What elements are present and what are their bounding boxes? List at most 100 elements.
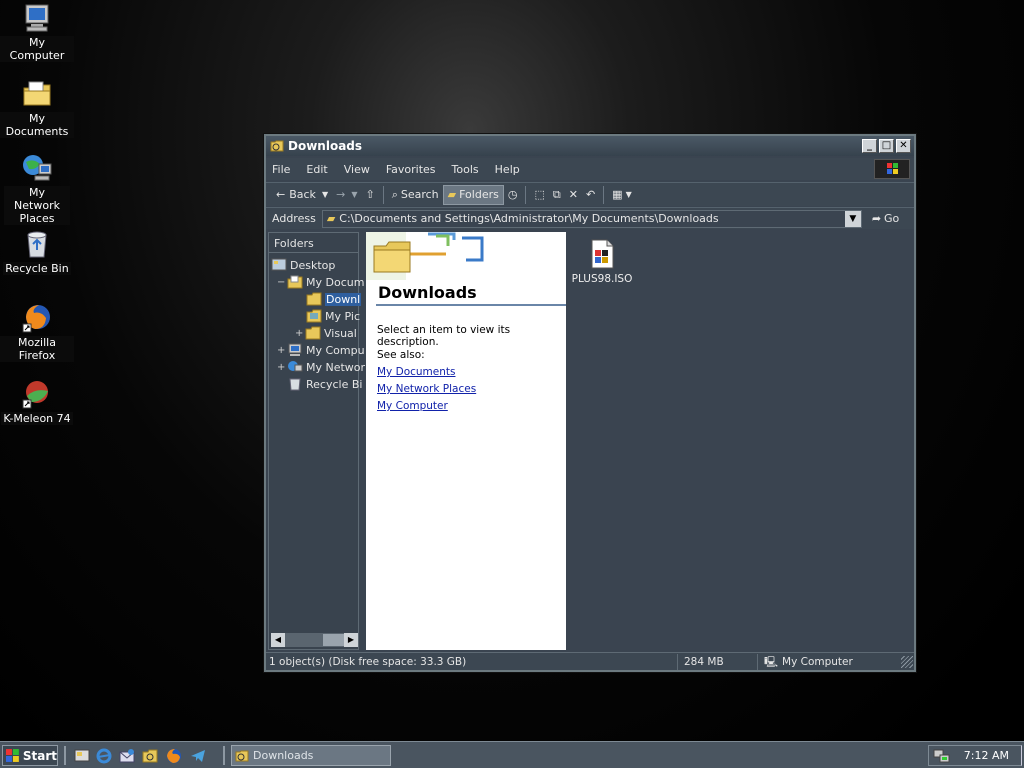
- desktop-icon-label: My Network Places: [4, 186, 70, 225]
- window-title: Downloads: [288, 139, 363, 153]
- address-label: Address: [272, 212, 316, 225]
- maximize-button[interactable]: □: [879, 139, 894, 153]
- views-button[interactable]: ▦ ▼: [608, 185, 636, 205]
- outlook-express-icon[interactable]: [118, 747, 136, 765]
- desktop-icon-k-meleon[interactable]: K-Meleon 74: [0, 378, 74, 425]
- folders-button[interactable]: ▰ Folders: [442, 184, 504, 205]
- tree-item-downloads[interactable]: Downl: [306, 291, 362, 307]
- desktop-icon-my-network-places[interactable]: My Network Places: [0, 152, 74, 225]
- up-button[interactable]: ⇧: [361, 185, 378, 205]
- file-item[interactable]: PLUS98.ISO: [570, 234, 634, 285]
- folder-icon: [305, 326, 321, 340]
- desktop-icon-label: My Computer: [0, 36, 74, 62]
- task-downloads[interactable]: Downloads: [231, 745, 391, 766]
- tree-item-my-network[interactable]: + My Networ: [277, 359, 365, 375]
- menu-help[interactable]: Help: [495, 163, 520, 176]
- taskbar-separator: [223, 746, 225, 765]
- computer-icon: 🖳: [764, 655, 779, 668]
- minimize-button[interactable]: _: [862, 139, 877, 153]
- expand-icon[interactable]: +: [277, 345, 287, 356]
- forward-button[interactable]: → ▼: [332, 185, 361, 205]
- folder-info-panel: Downloads Select an item to view its des…: [366, 232, 566, 650]
- see-also-label: See also:: [377, 349, 425, 361]
- expand-icon[interactable]: +: [295, 328, 305, 339]
- tree-item-visual[interactable]: + Visual: [295, 325, 357, 341]
- scroll-left-icon[interactable]: ◀: [271, 633, 285, 647]
- undo-button[interactable]: ↶: [582, 185, 599, 205]
- clock[interactable]: 7:12 AM: [964, 749, 1009, 762]
- back-button[interactable]: ← Back ▼: [272, 185, 332, 205]
- copy-to-button[interactable]: ⧉: [549, 185, 565, 205]
- search-button[interactable]: ⌕ Search: [388, 185, 443, 205]
- menu-favorites[interactable]: Favorites: [386, 163, 436, 176]
- network-places-icon: [288, 361, 303, 372]
- explorer-window: Downloads _ □ ✕ File Edit View Favorites…: [264, 134, 916, 672]
- link-my-computer[interactable]: My Computer: [377, 400, 448, 412]
- status-objects: 1 object(s) (Disk free space: 33.3 GB): [266, 653, 678, 670]
- menu-file[interactable]: File: [272, 163, 290, 176]
- iso-file-icon: [591, 239, 614, 269]
- k-meleon-icon: [22, 381, 48, 409]
- expand-icon[interactable]: +: [277, 362, 287, 373]
- scroll-thumb[interactable]: [323, 634, 345, 646]
- views-icon: ▦: [612, 188, 623, 201]
- move-to-button[interactable]: ⬚: [530, 185, 548, 205]
- menu-bar: File Edit View Favorites Tools Help: [266, 158, 914, 180]
- show-desktop-icon[interactable]: [73, 747, 91, 765]
- tree-item-my-documents[interactable]: − My Docum: [277, 274, 364, 290]
- menu-view[interactable]: View: [344, 163, 370, 176]
- back-label: Back: [289, 188, 316, 201]
- link-my-network-places[interactable]: My Network Places: [377, 383, 476, 395]
- folder-heading: Downloads: [378, 283, 477, 302]
- history-button[interactable]: ◷: [504, 185, 522, 205]
- tree-item-my-computer[interactable]: + My Compu: [277, 342, 365, 358]
- network-tray-icon[interactable]: [933, 748, 951, 764]
- folder-banner-icon: [366, 232, 484, 280]
- folder-up-icon: ⇧: [365, 188, 375, 201]
- collapse-icon[interactable]: −: [277, 277, 287, 288]
- internet-explorer-icon[interactable]: [95, 747, 113, 765]
- folders-pane: Folders Desktop − My Docum Downl My Pic …: [268, 232, 365, 650]
- documents-folder-icon: [287, 275, 303, 289]
- file-name: PLUS98.ISO: [571, 273, 633, 285]
- delete-button[interactable]: ✕: [565, 185, 582, 205]
- folder-open-icon: [306, 292, 322, 306]
- desktop-icon-my-documents[interactable]: My Documents: [0, 78, 74, 138]
- desktop-icon-my-computer[interactable]: My Computer: [0, 2, 74, 62]
- go-button[interactable]: ➦ Go: [872, 212, 899, 225]
- tree-item-my-pictures[interactable]: My Pic: [306, 308, 360, 324]
- firefox-icon[interactable]: [165, 747, 183, 765]
- explorer-icon[interactable]: [141, 747, 159, 765]
- status-bar: 1 object(s) (Disk free space: 33.3 GB) 2…: [266, 652, 914, 670]
- menu-edit[interactable]: Edit: [306, 163, 327, 176]
- desktop-icon-label: My Documents: [0, 112, 74, 138]
- chevron-down-icon[interactable]: ▼: [844, 210, 861, 227]
- copy-to-icon: ⧉: [552, 187, 561, 201]
- title-bar[interactable]: Downloads _ □ ✕: [266, 136, 914, 156]
- scroll-right-icon[interactable]: ▶: [344, 633, 358, 647]
- system-tray: 7:12 AM: [928, 745, 1022, 766]
- resize-grip-icon[interactable]: [901, 655, 913, 668]
- address-input[interactable]: ▰ C:\Documents and Settings\Administrato…: [321, 209, 862, 228]
- windows-logo-icon: [874, 159, 910, 179]
- chevron-down-icon: ▼: [625, 190, 632, 199]
- menu-tools[interactable]: Tools: [452, 163, 479, 176]
- toolbar-separator: [382, 185, 384, 204]
- history-icon: ◷: [507, 188, 518, 201]
- horizontal-scrollbar[interactable]: ◀ ▶: [271, 633, 358, 647]
- tree-item-recycle-bin[interactable]: Recycle Bi: [287, 376, 362, 392]
- folder-window-icon: [235, 750, 249, 761]
- link-my-documents[interactable]: My Documents: [377, 366, 455, 378]
- start-button[interactable]: Start: [2, 745, 58, 766]
- start-label: Start: [22, 748, 57, 763]
- file-list[interactable]: PLUS98.ISO: [566, 232, 912, 650]
- telegram-icon[interactable]: [189, 747, 207, 765]
- desktop-icon-recycle-bin[interactable]: Recycle Bin: [0, 228, 74, 275]
- close-button[interactable]: ✕: [896, 139, 911, 153]
- folder-window-icon: [270, 140, 284, 152]
- address-bar: Address ▰ C:\Documents and Settings\Admi…: [266, 207, 914, 229]
- tree-item-label: My Docum: [306, 275, 365, 289]
- desktop-icon-mozilla-firefox[interactable]: Mozilla Firefox: [0, 302, 74, 362]
- tree-item-desktop[interactable]: Desktop: [271, 257, 335, 273]
- recycle-bin-icon: [289, 378, 301, 391]
